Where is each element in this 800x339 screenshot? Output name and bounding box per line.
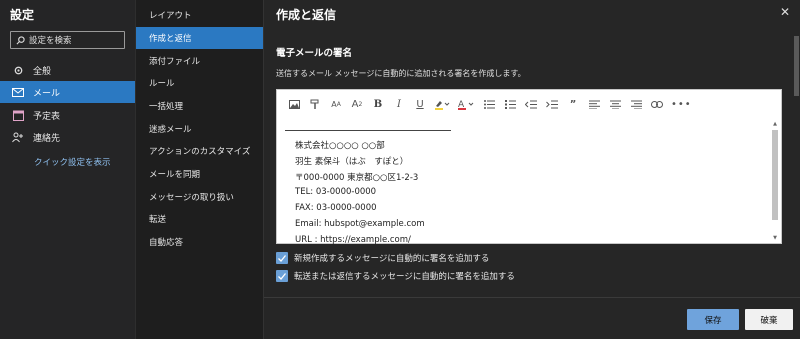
align-right-icon[interactable] bbox=[629, 96, 643, 112]
checkmark-icon bbox=[276, 252, 288, 264]
increase-indent-icon[interactable] bbox=[545, 96, 559, 112]
auto-signature-new-checkbox[interactable]: 新規作成するメッセージに自動的に署名を追加する bbox=[276, 252, 489, 264]
nav-item-general[interactable]: 全般 bbox=[0, 59, 135, 81]
signature-line: Email: hubspot@example.com bbox=[295, 219, 425, 229]
signature-heading: 電子メールの署名 bbox=[276, 48, 353, 59]
subnav-item-junk[interactable]: 迷惑メール bbox=[136, 118, 264, 140]
signature-line: URL : https://example.com/ bbox=[295, 235, 411, 245]
discard-button[interactable]: 破棄 bbox=[745, 309, 793, 330]
italic-icon[interactable]: I bbox=[392, 96, 406, 112]
subnav-item-customize-actions[interactable]: アクションのカスタマイズ bbox=[136, 140, 264, 162]
checkmark-icon bbox=[276, 270, 288, 282]
settings-title: 設定 bbox=[10, 8, 35, 22]
calendar-icon bbox=[12, 109, 24, 121]
quick-settings-link[interactable]: クイック設定を表示 bbox=[34, 156, 111, 168]
format-painter-icon[interactable] bbox=[308, 96, 322, 112]
underline-icon[interactable]: U bbox=[413, 96, 427, 112]
settings-search-input[interactable]: 設定を検索 bbox=[10, 31, 125, 49]
people-icon bbox=[12, 131, 24, 143]
scroll-up-icon[interactable]: ▲ bbox=[773, 121, 777, 127]
subnav-item-message-handling[interactable]: メッセージの取り扱い bbox=[136, 186, 264, 208]
mail-icon bbox=[12, 86, 24, 98]
subnav-item-attachments[interactable]: 添付ファイル bbox=[136, 50, 264, 72]
align-left-icon[interactable] bbox=[587, 96, 601, 112]
subnav-item-sweep[interactable]: 一括処理 bbox=[136, 95, 264, 117]
checkbox-label: 新規作成するメッセージに自動的に署名を追加する bbox=[294, 254, 490, 264]
nav-item-label: メール bbox=[33, 88, 61, 99]
bold-icon[interactable]: B bbox=[371, 96, 385, 112]
font-size-icon[interactable]: AA bbox=[329, 96, 343, 112]
signature-editor[interactable]: AA A2 B I U A ” ••• 株式会社○○○○ ○○部 羽生 素保斗（… bbox=[276, 89, 782, 245]
signature-line: 〒000-0000 東京都○○区1-2-3 bbox=[295, 173, 419, 183]
signature-line: TEL: 03-0000-0000 bbox=[295, 187, 377, 197]
nav-item-label: 連絡先 bbox=[33, 133, 61, 144]
search-icon bbox=[16, 35, 25, 44]
numbering-icon[interactable] bbox=[503, 96, 517, 112]
settings-nav: 設定 設定を検索 全般 メール 予定表 連絡先 クイック設定を表示 bbox=[0, 0, 135, 339]
subnav-item-auto-reply[interactable]: 自動応答 bbox=[136, 231, 264, 253]
page-title: 作成と返信 bbox=[276, 8, 337, 22]
checkbox-label: 転送または返信するメッセージに自動的に署名を追加する bbox=[294, 272, 515, 282]
bullets-icon[interactable] bbox=[482, 96, 496, 112]
nav-item-contacts[interactable]: 連絡先 bbox=[0, 126, 135, 148]
subnav-item-layout[interactable]: レイアウト bbox=[136, 4, 264, 26]
more-icon[interactable]: ••• bbox=[671, 96, 692, 112]
panel-scroll-thumb[interactable] bbox=[794, 36, 799, 96]
save-button[interactable]: 保存 bbox=[687, 309, 739, 330]
image-icon[interactable] bbox=[287, 96, 301, 112]
signature-description: 送信するメール メッセージに自動的に追加される署名を作成します。 bbox=[276, 69, 526, 78]
nav-item-label: 予定表 bbox=[33, 111, 61, 122]
nav-item-calendar[interactable]: 予定表 bbox=[0, 104, 135, 126]
panel-footer: 保存 破棄 bbox=[264, 297, 800, 339]
signature-line: FAX: 03-0000-0000 bbox=[295, 203, 377, 213]
gear-icon bbox=[12, 64, 24, 76]
signature-line: 株式会社○○○○ ○○部 bbox=[295, 141, 385, 151]
signature-divider bbox=[285, 130, 451, 131]
link-icon[interactable] bbox=[650, 96, 664, 112]
nav-item-mail[interactable]: メール bbox=[0, 81, 135, 103]
subnav-item-forwarding[interactable]: 転送 bbox=[136, 208, 264, 230]
subnav-item-sync[interactable]: メールを同期 bbox=[136, 163, 264, 185]
mail-subnav: レイアウト 作成と返信 添付ファイル ルール 一括処理 迷惑メール アクションの… bbox=[135, 0, 264, 339]
subnav-item-compose-reply[interactable]: 作成と返信 bbox=[136, 27, 264, 49]
editor-scroll-thumb[interactable] bbox=[772, 130, 778, 220]
highlight-icon[interactable] bbox=[434, 96, 450, 112]
align-center-icon[interactable] bbox=[608, 96, 622, 112]
quote-icon[interactable]: ” bbox=[566, 96, 580, 112]
compose-reply-panel: 作成と返信 ✕ 電子メールの署名 送信するメール メッセージに自動的に追加される… bbox=[263, 0, 800, 339]
font-color-icon[interactable]: A bbox=[457, 96, 475, 112]
signature-line: 羽生 素保斗（はぶ すぽと） bbox=[295, 157, 409, 167]
auto-signature-reply-checkbox[interactable]: 転送または返信するメッセージに自動的に署名を追加する bbox=[276, 270, 515, 282]
search-placeholder: 設定を検索 bbox=[29, 36, 72, 46]
nav-item-label: 全般 bbox=[33, 66, 52, 77]
scroll-down-icon[interactable]: ▼ bbox=[773, 235, 777, 241]
format-toolbar: AA A2 B I U A ” ••• bbox=[277, 90, 781, 118]
decrease-indent-icon[interactable] bbox=[524, 96, 538, 112]
superscript-icon[interactable]: A2 bbox=[350, 96, 364, 112]
subnav-item-rules[interactable]: ルール bbox=[136, 72, 264, 94]
close-icon[interactable]: ✕ bbox=[780, 5, 790, 19]
